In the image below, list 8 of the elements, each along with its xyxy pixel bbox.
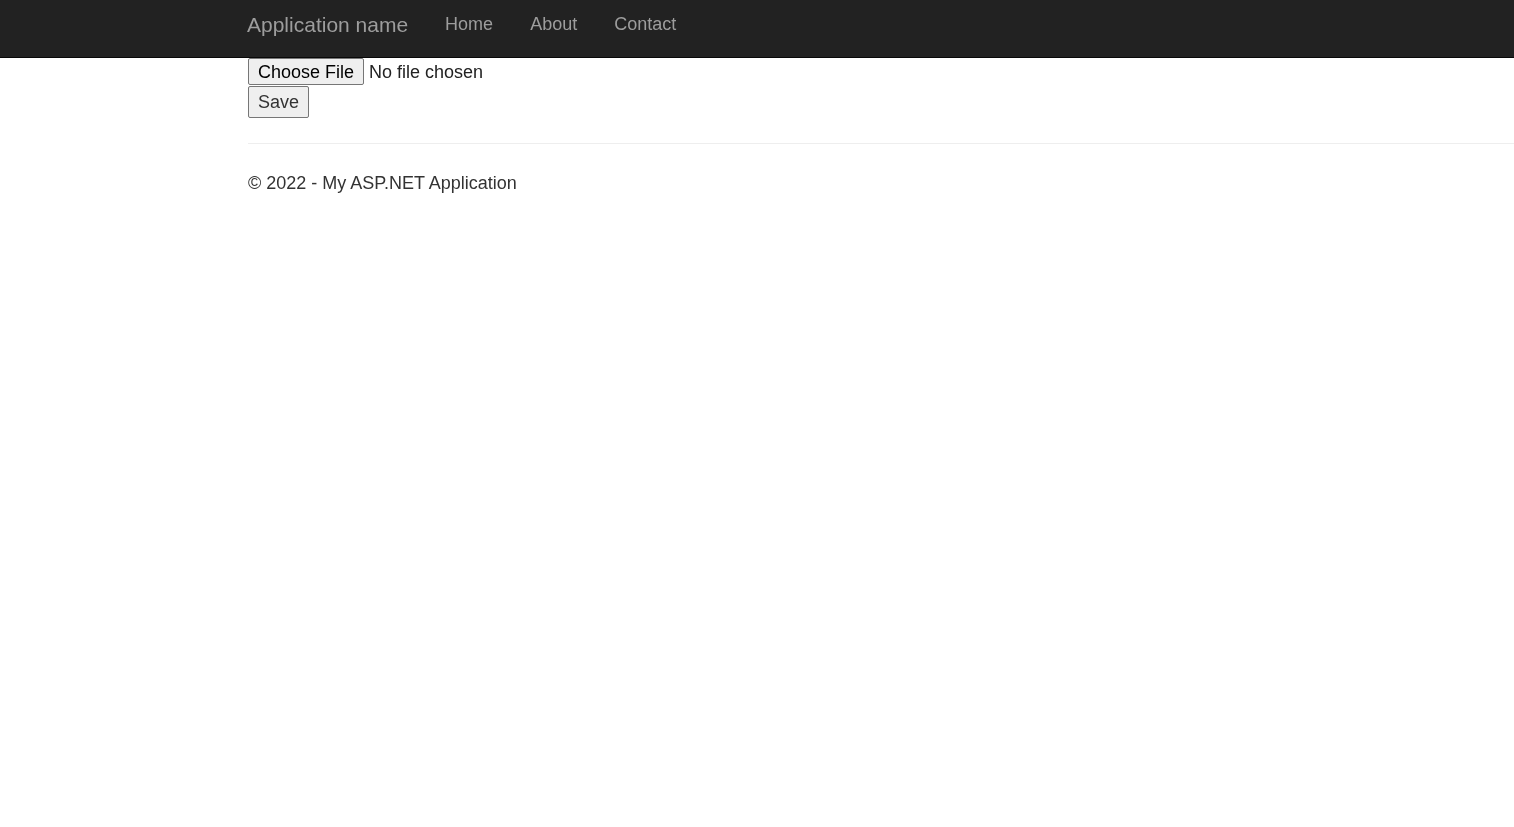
save-button[interactable]: Save (248, 86, 310, 118)
file-status-text: No file chosen (369, 61, 484, 84)
choose-file-button[interactable]: Choose File (248, 58, 365, 85)
footer-text: © 2022 - My ASP.NET Application (248, 172, 518, 195)
brand-link[interactable]: Application name (247, 8, 409, 41)
nav-link[interactable]: Home (445, 11, 494, 38)
nav-link[interactable]: Contact (614, 11, 677, 38)
nav-link[interactable]: About (530, 11, 578, 38)
